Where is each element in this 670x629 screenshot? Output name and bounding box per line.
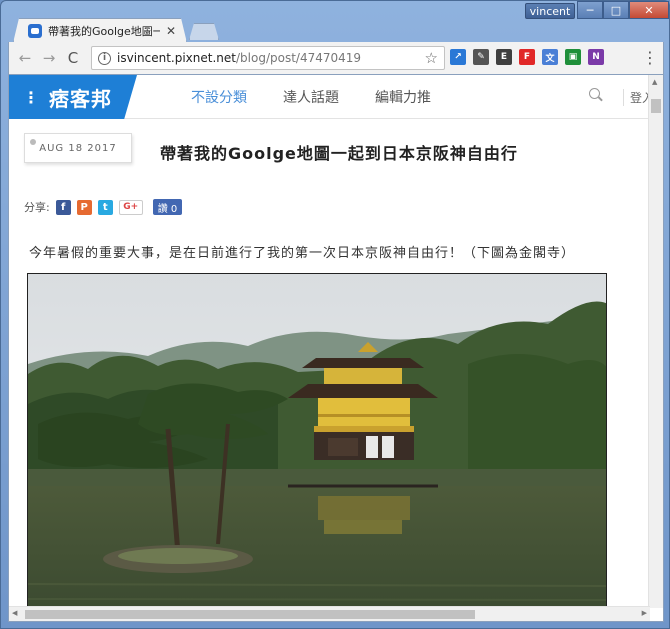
vertical-scroll-thumb[interactable] (651, 99, 661, 113)
facebook-icon[interactable]: f (55, 199, 71, 215)
profile-button[interactable]: vincent (525, 3, 575, 19)
site-header: ⋮ 痞客邦 不設分類 達人話題 編輯力推 登入 (9, 75, 663, 119)
post-date-card: AUG 18 2017 (24, 133, 132, 163)
site-nav: 不設分類 達人話題 編輯力推 (191, 75, 431, 119)
post-paragraph: 今年暑假的重要大事，是在日前進行了我的第一次日本京阪神自由行！（下圖為金閣寺） (29, 246, 576, 261)
maximize-button[interactable]: □ (603, 1, 629, 19)
site-logo[interactable]: 痞客邦 (49, 83, 112, 112)
like-label: 讚 0 (157, 203, 178, 215)
nav-item-editor-picks[interactable]: 編輯力推 (375, 87, 431, 107)
google-plus-icon[interactable]: G+ (118, 199, 143, 215)
horizontal-scrollbar[interactable]: ◀ ▶ (9, 606, 650, 621)
onenote-icon[interactable]: N (588, 49, 604, 65)
share-label: 分享: (24, 201, 50, 214)
horizontal-scroll-thumb[interactable] (25, 610, 475, 619)
nav-item-uncategorized[interactable]: 不設分類 (191, 87, 247, 107)
new-tab-button[interactable] (189, 23, 219, 40)
tab-active[interactable]: 帶著我的Goolge地圖一起 ✕ (13, 18, 187, 43)
browser-window: 帶著我的Goolge地圖一起 ✕ vincent ─ □ ✕ ← → C i i… (0, 0, 670, 629)
chart-icon[interactable]: ↗ (450, 49, 466, 65)
flipboard-icon[interactable]: F (519, 49, 535, 65)
twitter-icon[interactable]: t (97, 199, 113, 215)
url-host: isvincent.pixnet.net (117, 51, 236, 65)
search-icon[interactable] (589, 88, 603, 102)
page-viewport: ⋮ 痞客邦 不設分類 達人話題 編輯力推 登入 AUG 18 2017 帶著我的… (8, 74, 664, 622)
address-bar[interactable]: i isvincent.pixnet.net /blog/post/474704… (91, 46, 445, 70)
reload-button[interactable]: C (61, 46, 85, 70)
tab-strip: 帶著我的Goolge地圖一起 ✕ vincent ─ □ ✕ (1, 1, 670, 41)
back-button[interactable]: ← (13, 46, 37, 70)
translate-icon[interactable]: 文 (542, 49, 558, 65)
post-content: AUG 18 2017 帶著我的Goolge地圖一起到日本京阪神自由行 分享: … (9, 120, 650, 613)
date-dot-icon (30, 139, 36, 145)
minimize-button[interactable]: ─ (577, 1, 603, 19)
nav-item-topics[interactable]: 達人話題 (283, 87, 339, 107)
post-date: AUG 18 2017 (39, 142, 117, 154)
brush-icon[interactable]: ✎ (473, 49, 489, 65)
share-bar: 分享: f Pt G+ 讚 0 (24, 199, 183, 215)
tab-close-icon[interactable]: ✕ (166, 24, 176, 38)
extensions-bar: ↗ ✎ E F 文 ▣ N (450, 49, 604, 65)
classroom-icon[interactable]: ▣ (565, 49, 581, 65)
browser-toolbar: ← → C i isvincent.pixnet.net /blog/post/… (8, 42, 664, 74)
forward-button[interactable]: → (37, 46, 61, 70)
plurk-icon[interactable]: P (76, 199, 92, 215)
chrome-menu-icon[interactable]: ⋮ (642, 48, 658, 67)
scroll-left-icon[interactable]: ◀ (12, 609, 17, 617)
scroll-up-icon[interactable]: ▲ (652, 78, 657, 86)
site-menu-icon[interactable]: ⋮ (23, 88, 39, 107)
brand-bar: ⋮ 痞客邦 (9, 75, 137, 119)
post-title[interactable]: 帶著我的Goolge地圖一起到日本京阪神自由行 (160, 140, 518, 164)
info-icon[interactable]: i (98, 51, 111, 65)
scroll-right-icon[interactable]: ▶ (642, 609, 647, 617)
window-controls: ─ □ ✕ (577, 1, 669, 19)
evernote-icon[interactable]: E (496, 49, 512, 65)
kinkakuji-photo-svg (28, 274, 606, 612)
vertical-scrollbar[interactable]: ▲ (648, 75, 663, 608)
facebook-like-button[interactable]: 讚 0 (152, 199, 183, 215)
kinkakuji-photo (27, 273, 607, 613)
bookmark-star-icon[interactable]: ☆ (425, 49, 438, 67)
url-path: /blog/post/47470419 (236, 51, 362, 65)
tab-title: 帶著我的Goolge地圖一起 (48, 25, 160, 38)
close-window-button[interactable]: ✕ (629, 1, 669, 19)
pixnet-favicon-icon (28, 24, 42, 38)
